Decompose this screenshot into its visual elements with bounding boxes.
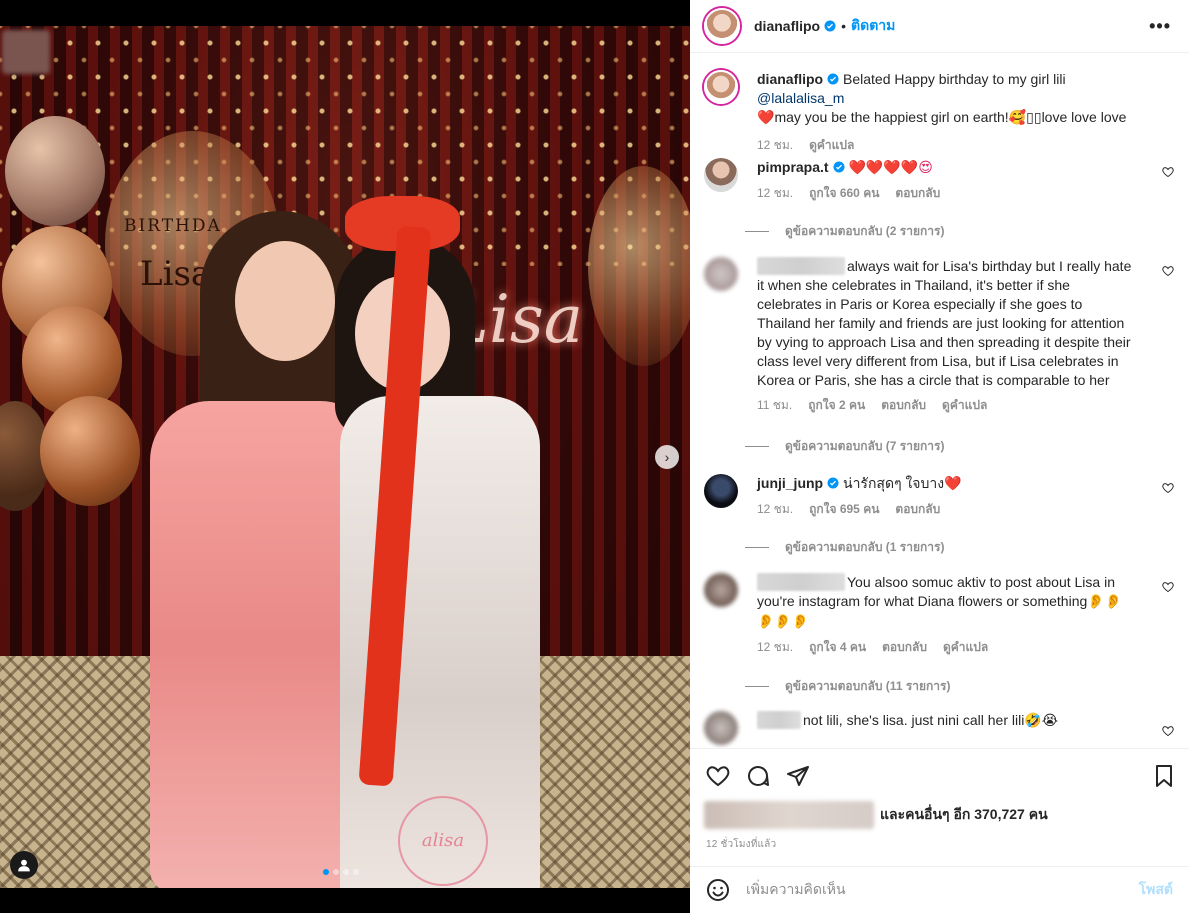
comment-input[interactable]: เพิ่มความคิดเห็น: [746, 879, 1139, 901]
emoji-icon[interactable]: [706, 878, 730, 902]
caption-username[interactable]: dianaflipo: [757, 71, 823, 87]
comment-time: 11 ชม.: [757, 398, 793, 412]
blurred-thumbnail: [2, 30, 50, 74]
comment-text: ❤️❤️❤️❤️😍: [848, 160, 933, 176]
comments-list[interactable]: dianaflipo Belated Happy birthday to my …: [690, 54, 1189, 748]
heart-icon[interactable]: [1162, 265, 1174, 277]
smile-emoji: 🥰: [1008, 110, 1027, 126]
verified-icon: [824, 20, 836, 32]
translate-link[interactable]: ดูคำแปล: [942, 396, 987, 415]
more-icon[interactable]: •••: [1149, 16, 1171, 37]
caption-text-2: may you be the happiest girl on earth!: [774, 109, 1009, 125]
verified-icon: [827, 73, 839, 85]
balloon: [40, 396, 140, 506]
post-time: 12 ชั่วโมงที่แล้ว: [706, 839, 777, 850]
comment-likes[interactable]: ถูกใจ 660 คน: [809, 184, 879, 203]
heart-icon[interactable]: [1162, 166, 1174, 178]
heart-emoji: ❤️: [944, 476, 962, 492]
likes-count[interactable]: และคนอื่นๆ อีก 370,727 คน: [880, 804, 1048, 826]
view-replies-button[interactable]: ดูข้อความตอบกลับ (11 รายการ): [745, 677, 950, 696]
mention-link[interactable]: @lalalalisa_m: [757, 90, 844, 106]
commenter-avatar[interactable]: [704, 474, 738, 508]
likes-summary[interactable]: และคนอื่นๆ อีก 370,727 คน: [704, 801, 1048, 829]
laugh-emojis: 🤣😭: [1024, 713, 1059, 729]
heart-icon[interactable]: [706, 764, 730, 788]
comment-likes[interactable]: ถูกใจ 695 คน: [809, 500, 879, 519]
comment-likes[interactable]: ถูกใจ 2 คน: [808, 396, 865, 415]
author-avatar[interactable]: [704, 8, 740, 44]
commenter-avatar[interactable]: [704, 257, 738, 291]
share-icon[interactable]: [786, 764, 810, 788]
follow-button[interactable]: ติดตาม: [851, 15, 895, 37]
caption-text: Belated Happy birthday to my girl lili: [843, 71, 1066, 87]
view-replies-button[interactable]: ดูข้อความตอบกลับ (7 รายการ): [745, 437, 944, 456]
author-username[interactable]: dianaflipo: [754, 18, 820, 34]
view-replies-button[interactable]: ดูข้อความตอบกลับ (1 รายการ): [745, 538, 944, 557]
caption-body: dianaflipo Belated Happy birthday to my …: [757, 70, 1137, 155]
comment-composer: เพิ่มความคิดเห็น โพสต์: [690, 866, 1189, 913]
heart-icon[interactable]: [1162, 581, 1174, 593]
bookmark-icon[interactable]: [1152, 764, 1176, 788]
blurred-likers: [704, 801, 874, 829]
comment-time: 12 ชม.: [757, 186, 794, 200]
commenter-avatar[interactable]: [704, 573, 738, 607]
carousel-dot[interactable]: [323, 869, 329, 875]
balloon: [5, 116, 105, 226]
reply-button[interactable]: ตอบกลับ: [895, 500, 940, 519]
post-media: BIRTHDA Lisa Lisa alisa ›: [0, 0, 690, 913]
comment-text: always wait for Lisa's birthday but I re…: [757, 258, 1132, 388]
person-right: [320, 196, 540, 888]
view-replies-button[interactable]: ดูข้อความตอบกลับ (2 รายการ): [745, 222, 944, 241]
blurred-username[interactable]: [757, 573, 845, 591]
separator: •: [841, 18, 847, 34]
caption-time: 12 ชม.: [757, 138, 794, 152]
blurred-username[interactable]: [757, 257, 845, 275]
comment-username[interactable]: junji_junp: [757, 475, 823, 491]
comment-text: not lili, she's lisa. just nini call her…: [803, 712, 1025, 728]
blurred-username[interactable]: [757, 711, 801, 729]
comment-time: 12 ชม.: [757, 502, 794, 516]
heart-icon[interactable]: [1162, 482, 1174, 494]
post-button[interactable]: โพสต์: [1139, 879, 1173, 901]
reply-button[interactable]: ตอบกลับ: [881, 396, 926, 415]
user-tag-icon: [18, 859, 30, 872]
caption-text-3: love love love: [1041, 109, 1127, 125]
commenter-avatar[interactable]: [704, 711, 738, 745]
chevron-right-icon: ›: [664, 449, 670, 465]
post-actions: และคนอื่นๆ อีก 370,727 คน 12 ชั่วโมงที่แ…: [690, 748, 1189, 868]
heart-icon[interactable]: [1162, 725, 1174, 737]
watermark: alisa: [398, 796, 488, 886]
carousel-dots: [323, 869, 359, 875]
comment-time: 12 ชม.: [757, 640, 794, 654]
user-tag-button[interactable]: [10, 851, 38, 879]
comment-username[interactable]: pimprapa.t: [757, 159, 829, 175]
post-panel: dianaflipo • ติดตาม ••• dianaflipo Belat…: [690, 0, 1189, 913]
commenter-avatar[interactable]: [704, 158, 738, 192]
carousel-dot[interactable]: [333, 869, 339, 875]
reply-button[interactable]: ตอบกลับ: [895, 184, 940, 203]
reply-button[interactable]: ตอบกลับ: [882, 638, 927, 657]
carousel-dot[interactable]: [343, 869, 349, 875]
comment-icon[interactable]: [746, 764, 770, 788]
post-photo[interactable]: BIRTHDA Lisa Lisa alisa: [0, 26, 690, 888]
heart-emoji: ❤️: [757, 110, 775, 126]
post-header: dianaflipo • ติดตาม •••: [690, 0, 1189, 53]
comment-likes[interactable]: ถูกใจ 4 คน: [809, 638, 866, 657]
comment-text: น่ารักสุดๆ ใจบาง: [843, 475, 945, 491]
gold-balloon-right: [588, 166, 690, 366]
next-slide-button[interactable]: ›: [655, 445, 679, 469]
author-avatar[interactable]: [704, 70, 738, 104]
emoji-placeholder: ▯▯: [1026, 110, 1042, 126]
verified-icon: [827, 477, 839, 489]
translate-link[interactable]: ดูคำแปล: [809, 136, 854, 155]
verified-icon: [833, 161, 845, 173]
translate-link[interactable]: ดูคำแปล: [943, 638, 988, 657]
carousel-dot[interactable]: [353, 869, 359, 875]
